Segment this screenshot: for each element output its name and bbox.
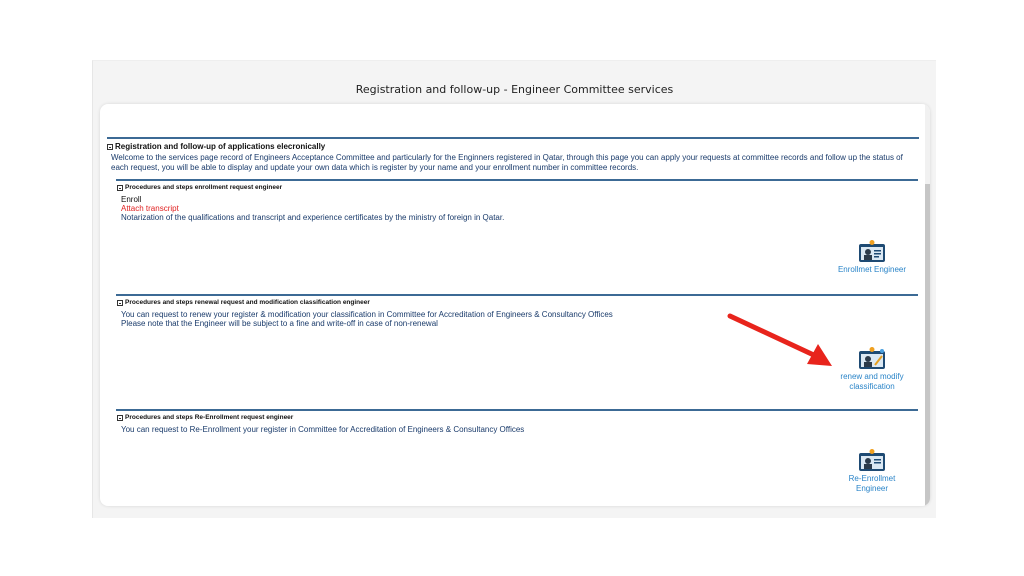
annotation-arrow [727, 313, 832, 366]
